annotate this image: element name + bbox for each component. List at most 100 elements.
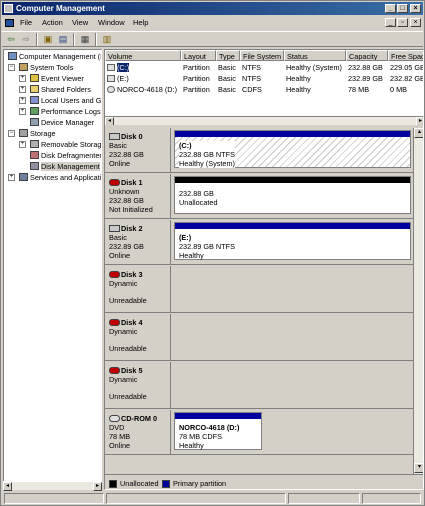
disk-row[interactable]: Disk 5 Dynamic Unreadable (105, 362, 413, 409)
free-cell: 229.05 GB (390, 63, 424, 72)
mdi-close-button[interactable]: × (410, 18, 421, 27)
menu-action[interactable]: Action (42, 17, 63, 29)
scroll-down-icon[interactable]: ▾ (414, 463, 423, 473)
performance-icon (30, 107, 39, 115)
volume-cell[interactable]: NORCO-4618 (D:) (105, 85, 181, 95)
unallocated-swatch (109, 480, 117, 488)
expand-icon[interactable]: + (19, 141, 26, 148)
services-icon (19, 173, 28, 181)
column-header-status[interactable]: Status (284, 50, 346, 61)
volume-list: Volume Layout Type File System Status Ca… (105, 50, 424, 116)
console-tree: Computer Management (L − System Tools + Ev… (3, 49, 102, 490)
properties-icon[interactable]: ▦ (79, 34, 91, 45)
disk-row[interactable]: Disk 4 Dynamic Unreadable (105, 314, 413, 361)
menu-help[interactable]: Help (133, 17, 148, 29)
column-header-free-space[interactable]: Free Spac (388, 50, 423, 61)
cdrom-icon (109, 415, 120, 422)
tree-item-event-viewer[interactable]: + Event Viewer (19, 74, 84, 84)
back-arrow-icon[interactable]: ⇦ (5, 34, 17, 45)
disk-row[interactable]: CD-ROM 0 DVD 78 MB Online NORCO-4618 (D:… (105, 410, 413, 455)
forward-arrow-icon[interactable]: ⇨ (20, 34, 32, 45)
column-header-volume[interactable]: Volume (105, 50, 181, 61)
help-icon[interactable]: ▥ (101, 34, 113, 45)
tree-horizontal-scrollbar[interactable]: ◂ ▸ (3, 481, 102, 491)
expand-icon[interactable]: + (19, 97, 26, 104)
column-header-file-system[interactable]: File System (240, 50, 284, 61)
tree-item-disk-management[interactable]: Disk Management (30, 162, 100, 172)
volume-cell[interactable]: (E:) (105, 74, 181, 84)
column-header-type[interactable]: Type (216, 50, 240, 61)
collapse-icon[interactable]: − (8, 130, 15, 137)
volume-cell[interactable]: (C:) (105, 63, 181, 73)
tree-item-disk-defragmenter[interactable]: Disk Defragmenter (30, 151, 101, 161)
maximize-button[interactable]: □ (397, 4, 408, 13)
show-tree-icon[interactable]: ▤ (57, 34, 69, 45)
disk-name: Disk 0 (121, 132, 143, 141)
column-header-layout[interactable]: Layout (181, 50, 216, 61)
disk-label: Disk 4 Dynamic Unreadable (105, 314, 171, 360)
disk-name: Disk 1 (121, 178, 143, 187)
volume-icon (107, 75, 115, 82)
partition-c[interactable]: (C:) 232.88 GB NTFS Healthy (System) (174, 130, 411, 168)
disk-row[interactable]: Disk 1 Unknown 232.88 GB Not Initialized… (105, 174, 413, 219)
disk-state: Unreadable (109, 392, 147, 401)
event-viewer-icon (30, 74, 39, 82)
title-bar[interactable]: Computer Management _ □ × (2, 2, 423, 15)
tree-item-removable-storage[interactable]: + Removable Storag (19, 140, 102, 150)
disk-row[interactable]: Disk 0 Basic 232.88 GB Online (C:) 232.8… (105, 128, 413, 173)
tree-item-computer-management[interactable]: Computer Management (L (8, 52, 101, 62)
disk-state: Unreadable (109, 344, 147, 353)
menu-bar: File Action View Window Help _ ▫ × (2, 17, 423, 29)
tree-item-device-manager[interactable]: Device Manager (30, 118, 94, 128)
tree-item-services[interactable]: + Services and Applicati (8, 173, 102, 183)
expand-icon[interactable]: + (19, 108, 26, 115)
disk-row[interactable]: Disk 2 Basic 232.89 GB Online (E:) 232.8… (105, 220, 413, 265)
scroll-right-icon[interactable]: ▸ (93, 482, 102, 491)
window-title: Computer Management (16, 4, 105, 13)
mdi-minimize-button[interactable]: _ (385, 18, 396, 27)
partition-e[interactable]: (E:) 232.89 GB NTFS Healthy (174, 222, 411, 260)
mdi-restore-button[interactable]: ▫ (397, 18, 408, 27)
tree-label: Removable Storag (41, 140, 102, 149)
menu-view[interactable]: View (72, 17, 88, 29)
computer-management-window: Computer Management _ □ × File Action Vi… (0, 0, 425, 506)
capacity-cell: 232.89 GB (348, 74, 383, 83)
legend-primary-partition: Primary partition (173, 479, 227, 488)
partition-size: 232.88 GB (179, 189, 214, 198)
tree-item-local-users[interactable]: + Local Users and G (19, 96, 101, 106)
column-header-capacity[interactable]: Capacity (346, 50, 388, 61)
expand-icon[interactable]: + (19, 86, 26, 93)
collapse-icon[interactable]: − (8, 64, 15, 71)
partition-size: 78 MB CDFS (179, 432, 222, 441)
unallocated-space[interactable]: 232.88 GB Unallocated (174, 176, 411, 214)
partition-d[interactable]: NORCO-4618 (D:) 78 MB CDFS Healthy (174, 412, 262, 450)
tree-label: Performance Logs (41, 107, 101, 116)
disk-kind: Dynamic (109, 279, 138, 288)
expand-icon[interactable]: + (19, 75, 26, 82)
disk-name: Disk 3 (121, 270, 143, 279)
tree-item-performance-logs[interactable]: + Performance Logs (19, 107, 101, 117)
primary-partition-bar (175, 131, 410, 137)
partition-status: Unallocated (179, 198, 218, 207)
disk-view-vertical-scrollbar[interactable]: ▴ ▾ (413, 128, 423, 474)
expand-icon[interactable]: + (8, 174, 15, 181)
tree-item-system-tools[interactable]: − System Tools (8, 63, 73, 73)
close-button[interactable]: × (410, 4, 421, 13)
scroll-up-icon[interactable]: ▴ (414, 128, 423, 138)
volume-list-horizontal-scrollbar[interactable]: ◂ ▸ (105, 116, 423, 126)
shared-folder-icon (30, 85, 39, 93)
disk-row[interactable]: Disk 3 Dynamic Unreadable (105, 266, 413, 313)
menu-file[interactable]: File (20, 17, 32, 29)
scroll-left-icon[interactable]: ◂ (3, 482, 12, 491)
up-folder-icon[interactable]: ▣ (42, 34, 54, 45)
disk-state: Online (109, 441, 131, 450)
tree-item-shared-folders[interactable]: + Shared Folders (19, 85, 91, 95)
tree-label: Shared Folders (41, 85, 91, 94)
menu-window[interactable]: Window (98, 17, 125, 29)
disk-error-icon (109, 319, 120, 326)
minimize-button[interactable]: _ (385, 4, 396, 13)
tree-item-storage[interactable]: − Storage (8, 129, 56, 139)
tree-label: Disk Management (41, 162, 100, 171)
status-cell: Healthy (System) (286, 63, 342, 72)
tree-label: Services and Applicati (30, 173, 102, 182)
